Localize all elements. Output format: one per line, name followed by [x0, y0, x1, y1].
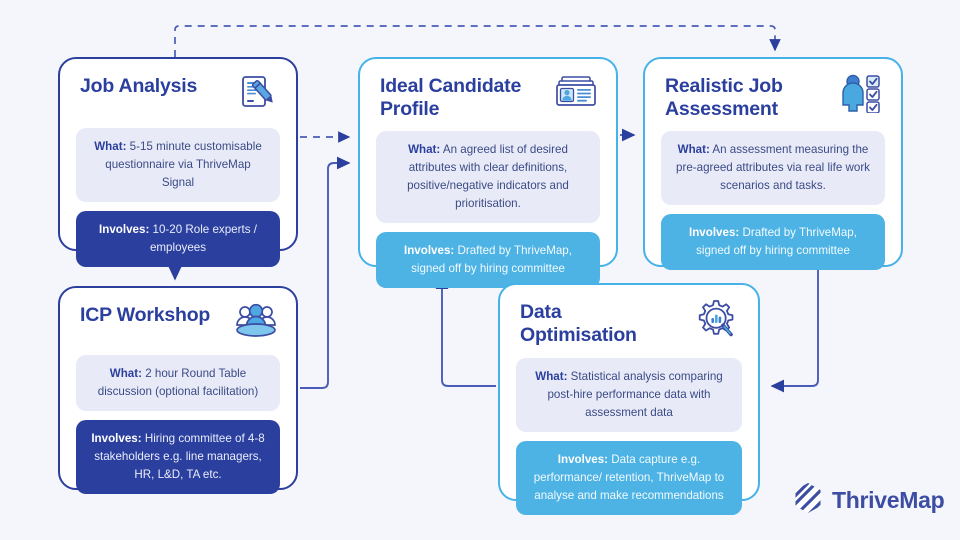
diagram-canvas: Job Analysis What: 5-15 minute customisa…: [0, 0, 960, 540]
wire-data-optimisation-to-ideal-candidate: [435, 275, 496, 387]
what-panel: What: Statistical analysis comparing pos…: [516, 358, 742, 432]
involves-panel: Involves: Drafted by ThriveMap, signed o…: [661, 213, 885, 270]
card-title: Realistic Job Assessment: [665, 75, 783, 120]
logo-wordmark: ThriveMap: [832, 487, 945, 513]
card-job-analysis[interactable]: Job Analysis What: 5-15 minute customisa…: [58, 57, 298, 267]
card-data-optimisation[interactable]: Data Optimisation What: Statistical anal…: [498, 283, 760, 515]
card-title: Job Analysis: [80, 75, 198, 97]
person-checklist-icon: [839, 73, 883, 118]
card-header: Data Optimisation: [520, 299, 740, 348]
wire-job-analysis-to-realistic-job: [174, 25, 781, 57]
thrivemap-hex-logo-icon: [793, 482, 823, 519]
gear-chart-magnifier-icon: [694, 299, 740, 348]
what-label: What:: [677, 143, 710, 156]
card-header: ICP Workshop: [80, 302, 278, 345]
card-header: Ideal Candidate Profile: [380, 75, 598, 121]
what-label: What:: [408, 143, 441, 156]
what-text: Statistical analysis comparing post-hire…: [547, 370, 723, 419]
wire-realistic-job-to-data-optimisation: [770, 269, 819, 393]
involves-text: 10-20 Role experts / employees: [149, 222, 257, 254]
what-panel: What: 2 hour Round Table discussion (opt…: [76, 355, 280, 411]
involves-label: Involves:: [91, 431, 142, 445]
what-text: 5-15 minute customisable questionnaire v…: [105, 140, 262, 189]
wire-icp-workshop-to-ideal-candidate: [300, 156, 351, 389]
card-header: Realistic Job Assessment: [665, 73, 883, 121]
involves-panel: Involves: 10-20 Role experts / employees: [76, 210, 280, 267]
what-label: What:: [109, 367, 142, 380]
card-ideal-candidate-profile[interactable]: Ideal Candidate Profile What: An agreed …: [358, 57, 618, 288]
document-pencil-icon: [238, 73, 278, 118]
card-title: Data Optimisation: [520, 301, 637, 346]
involves-label: Involves:: [404, 243, 455, 257]
what-panel: What: 5-15 minute customisable questionn…: [76, 128, 280, 202]
card-header: Job Analysis: [80, 75, 278, 118]
card-icp-workshop[interactable]: ICP Workshop What: 2 hour Round Table di…: [58, 286, 298, 494]
involves-label: Involves:: [99, 222, 150, 236]
involves-label: Involves:: [689, 225, 740, 239]
what-label: What:: [94, 140, 127, 153]
what-panel: What: An assessment measuring the pre-ag…: [661, 131, 885, 205]
id-card-icon: [554, 73, 598, 116]
people-group-icon: [234, 302, 278, 345]
involves-panel: Involves: Hiring committee of 4-8 stakeh…: [76, 419, 280, 494]
what-label: What:: [535, 370, 568, 383]
card-realistic-job-assessment[interactable]: Realistic Job Assessment What: An assess…: [643, 57, 903, 270]
card-title: Ideal Candidate Profile: [380, 75, 522, 120]
involves-panel: Involves: Data capture e.g. performance/…: [516, 440, 742, 515]
involves-panel: Involves: Drafted by ThriveMap, signed o…: [376, 231, 600, 288]
card-title: ICP Workshop: [80, 304, 211, 326]
what-panel: What: An agreed list of desired attribut…: [376, 131, 600, 223]
thrivemap-logo: ThriveMap: [793, 482, 945, 519]
involves-label: Involves:: [557, 452, 609, 466]
